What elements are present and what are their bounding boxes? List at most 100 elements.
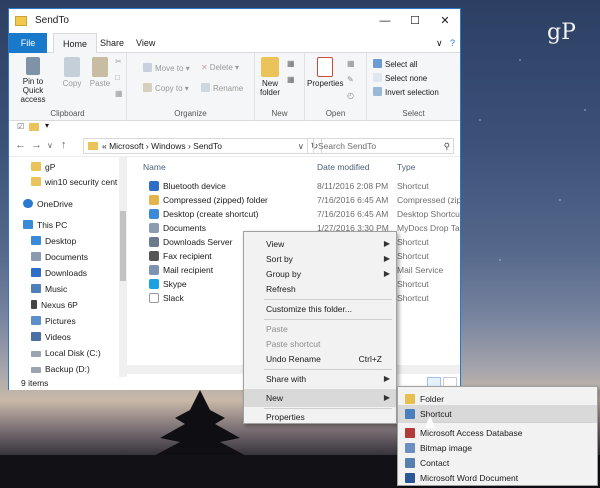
paste-button[interactable]: Paste xyxy=(87,57,113,88)
cut-icon[interactable]: ✂ xyxy=(115,57,122,66)
organize-group: Move to ▾ Copy to ▾ ✕ Delete ▾ Rename Org… xyxy=(127,53,255,121)
close-button[interactable]: ✕ xyxy=(430,9,460,33)
delete-button[interactable]: ✕ Delete ▾ xyxy=(201,63,239,72)
invert-selection-icon xyxy=(373,87,382,96)
copy-to-icon xyxy=(143,83,152,92)
address-dropdown-icon[interactable]: ∨ xyxy=(298,139,304,153)
file-name: Desktop (create shortcut) xyxy=(163,209,259,219)
forward-button[interactable]: → xyxy=(31,139,42,151)
select-label: Select xyxy=(402,109,425,118)
checkbox-icon[interactable]: ☑ xyxy=(17,122,24,131)
nav-item-local-disk[interactable]: Local Disk (C:) xyxy=(31,345,101,361)
nav-item-documents[interactable]: Documents xyxy=(31,249,88,265)
open-label: Open xyxy=(325,109,346,118)
up-button[interactable]: ↑ xyxy=(61,139,67,151)
menu-new[interactable]: New ▶ xyxy=(244,389,396,407)
address-box[interactable]: « Microsoft › Windows › SendTo ∨ xyxy=(83,138,308,154)
computer-icon xyxy=(23,220,33,229)
list-item[interactable]: Compressed (zipped) folder 7/16/2016 6:45… xyxy=(135,193,460,207)
pin-quick-access-button[interactable]: Pin to Quick access xyxy=(13,57,53,104)
skype-icon xyxy=(149,279,159,289)
file-type: Mail Service xyxy=(397,265,444,275)
invert-selection-button[interactable]: Invert selection xyxy=(373,87,439,97)
file-type: Shortcut xyxy=(397,293,429,303)
recent-dropdown-icon[interactable]: ∨ xyxy=(47,141,53,150)
open-icon[interactable]: ▦ xyxy=(347,59,355,68)
mouse-cursor-icon xyxy=(425,415,435,428)
copy-button[interactable]: Copy xyxy=(59,57,85,88)
item-count: 9 items xyxy=(21,378,49,388)
move-to-button[interactable]: Move to ▾ xyxy=(143,63,190,73)
new-folder-button[interactable]: New folder xyxy=(257,57,283,97)
copy-icon xyxy=(64,57,80,77)
menu-properties[interactable]: Properties xyxy=(244,408,396,426)
nav-item-downloads[interactable]: Downloads xyxy=(31,265,87,281)
select-all-button[interactable]: Select all xyxy=(373,59,417,69)
menu-separator xyxy=(418,422,593,423)
menu-refresh[interactable]: Refresh xyxy=(244,280,396,298)
copy-to-button[interactable]: Copy to ▾ xyxy=(143,83,189,93)
nav-item-videos[interactable]: Videos xyxy=(31,329,71,345)
nav-item-this-pc[interactable]: This PC xyxy=(23,217,67,233)
help-icon[interactable]: ? xyxy=(441,33,464,53)
shortcut-icon xyxy=(405,409,415,419)
file-name: Compressed (zipped) folder xyxy=(163,195,268,205)
back-button[interactable]: ← xyxy=(15,139,26,151)
maximize-button[interactable]: ☐ xyxy=(400,9,430,33)
folder-icon[interactable] xyxy=(29,123,39,131)
list-item[interactable]: Desktop (create shortcut) 7/16/2016 6:45 … xyxy=(135,207,460,221)
nav-scrollbar[interactable] xyxy=(119,157,127,379)
navigation-pane: gP win10 security cent OneDrive This PC … xyxy=(9,157,127,379)
tab-file[interactable]: File xyxy=(9,33,47,53)
ribbon-tabs: File Home Share View ∨ ? xyxy=(9,33,460,54)
menu-customize[interactable]: Customize this folder... xyxy=(244,300,396,318)
nav-item-nexus[interactable]: Nexus 6P xyxy=(31,297,78,313)
nav-item-onedrive[interactable]: OneDrive xyxy=(23,196,73,212)
window-title: SendTo xyxy=(35,15,69,26)
nav-item-pictures[interactable]: Pictures xyxy=(31,313,76,329)
column-date[interactable]: Date modified xyxy=(317,162,369,172)
file-type: Desktop Shortcut xyxy=(397,209,460,219)
slack-icon xyxy=(149,293,159,303)
nav-item-backup[interactable]: Backup (D:) xyxy=(31,361,90,377)
tab-view[interactable]: View xyxy=(127,33,164,53)
properties-button[interactable]: Properties xyxy=(307,57,343,88)
disk-icon xyxy=(31,367,41,373)
select-all-icon xyxy=(373,59,382,68)
file-name: Slack xyxy=(163,293,184,303)
column-name[interactable]: Name xyxy=(143,162,166,172)
copy-path-icon[interactable]: □ xyxy=(115,73,120,82)
nav-item-desktop[interactable]: Desktop xyxy=(31,233,76,249)
nav-item-music[interactable]: Music xyxy=(31,281,67,297)
nav-item-gp[interactable]: gP xyxy=(31,159,55,175)
paste-shortcut-icon[interactable]: ▦ xyxy=(115,89,123,98)
file-name: Bluetooth device xyxy=(163,181,226,191)
address-bar-row: ← → ∨ ↑ « Microsoft › Windows › SendTo ∨… xyxy=(9,135,460,157)
downloads-icon xyxy=(31,268,41,277)
rename-button[interactable]: Rename xyxy=(201,83,243,93)
open-group: Properties ▦ ✎ ◴ Open xyxy=(305,53,367,121)
address-path: « Microsoft › Windows › SendTo xyxy=(102,141,222,151)
edit-icon[interactable]: ✎ xyxy=(347,75,354,84)
nav-item-win10-security[interactable]: win10 security cent xyxy=(31,174,117,190)
access-icon xyxy=(405,428,415,438)
search-input[interactable]: Search SendTo ⚲ xyxy=(313,138,454,154)
minimize-button[interactable]: — xyxy=(370,9,400,33)
submenu-item[interactable]: Microsoft Word Document xyxy=(398,469,597,485)
new-group: New folder ▦ ▦ New xyxy=(255,53,305,121)
phone-icon xyxy=(31,300,37,309)
qat-dropdown-icon[interactable]: ▾ xyxy=(45,121,49,130)
menu-undo-rename[interactable]: Undo Rename Ctrl+Z xyxy=(244,350,396,368)
properties-icon xyxy=(317,57,333,77)
history-icon[interactable]: ◴ xyxy=(347,91,354,100)
new-item-icon[interactable]: ▦ xyxy=(287,59,295,68)
menu-share-with[interactable]: Share with ▶ xyxy=(244,370,396,388)
scroll-thumb[interactable] xyxy=(120,211,126,281)
clipboard-group: Pin to Quick access Copy Paste ✂ □ ▦ Cli… xyxy=(9,53,127,121)
column-type[interactable]: Type xyxy=(397,162,415,172)
list-item[interactable]: Bluetooth device 8/11/2016 2:08 PM Shortcu… xyxy=(135,179,460,193)
disk-icon xyxy=(31,351,41,357)
easy-access-icon[interactable]: ▦ xyxy=(287,75,295,84)
select-none-button[interactable]: Select none xyxy=(373,73,427,83)
file-name: Mail recipient xyxy=(163,265,214,275)
